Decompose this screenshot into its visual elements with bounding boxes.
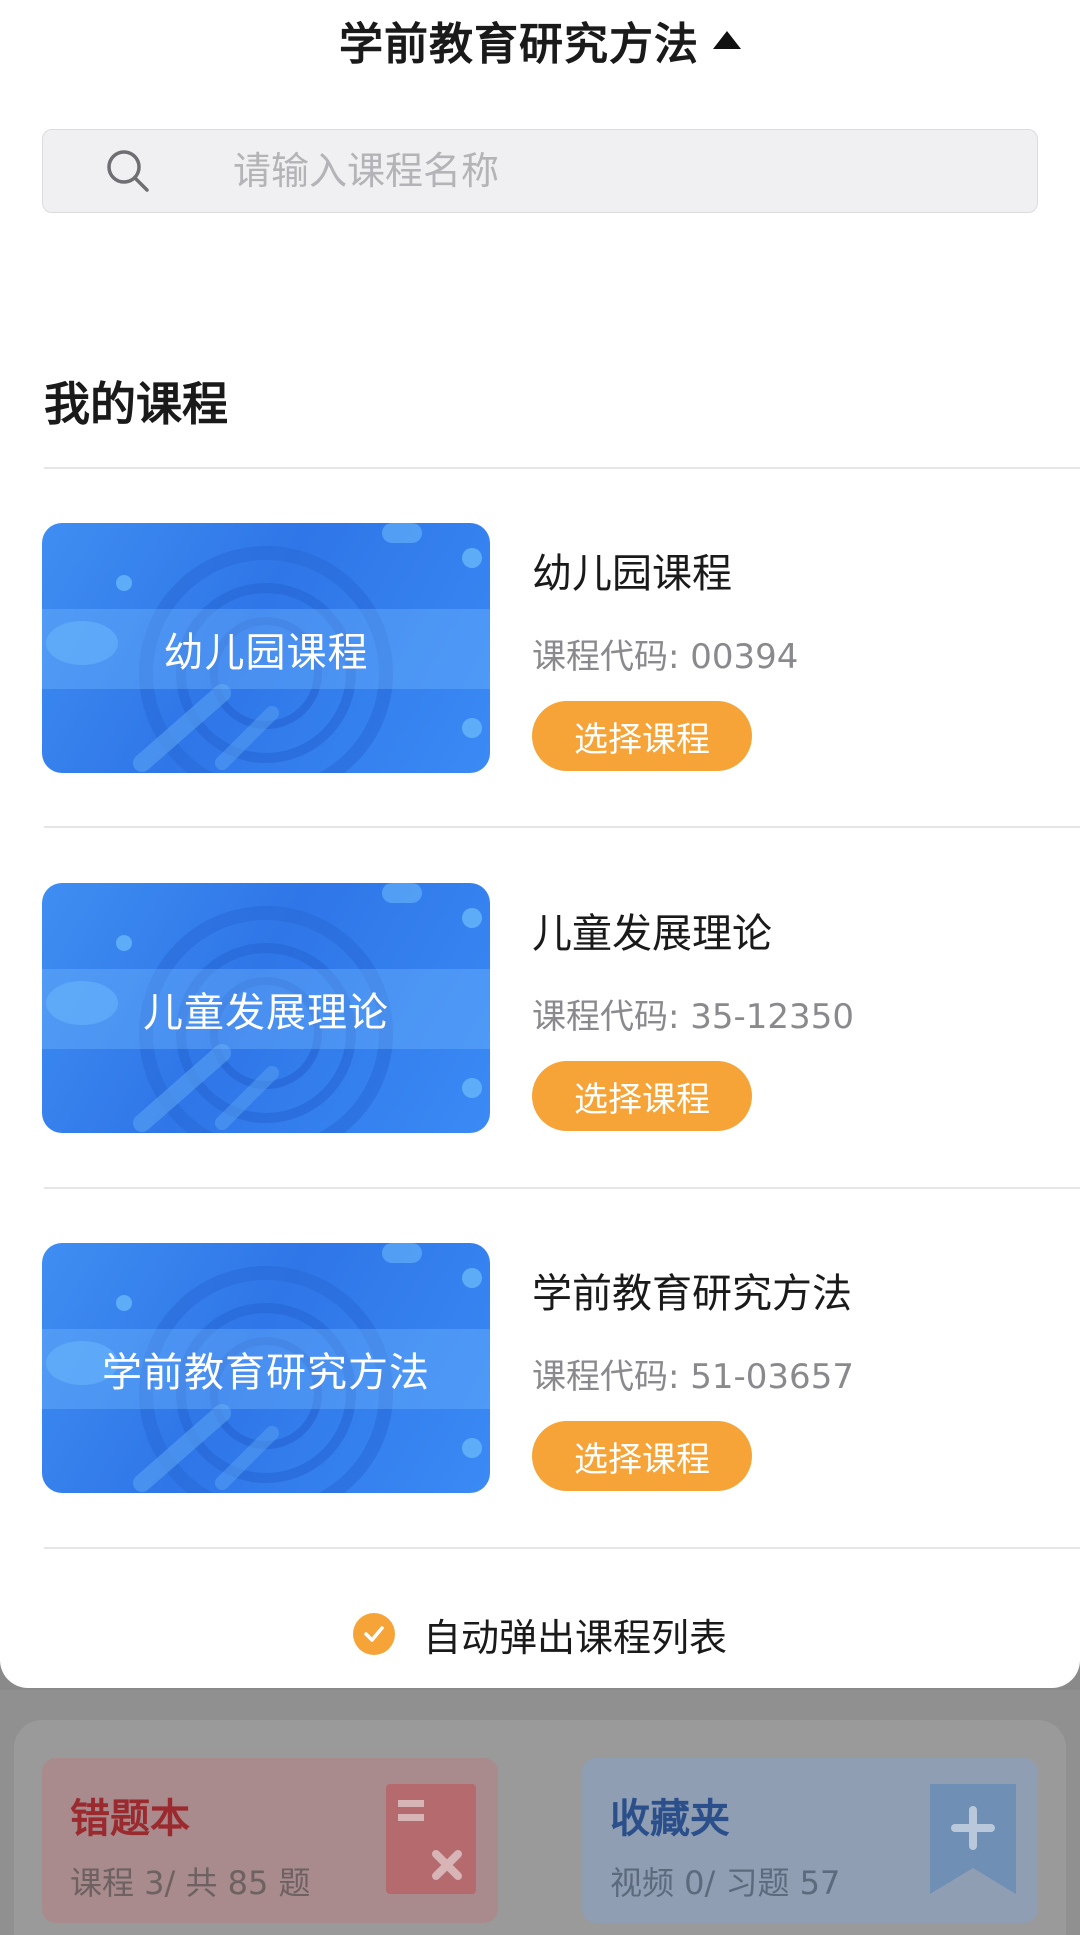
select-course-button[interactable]: 选择课程 bbox=[532, 1061, 752, 1131]
select-course-button[interactable]: 选择课程 bbox=[532, 701, 752, 771]
divider bbox=[44, 826, 1080, 828]
my-courses-heading: 我的课程 bbox=[44, 377, 228, 431]
thumbnail-label: 幼儿园课程 bbox=[163, 630, 369, 676]
divider bbox=[44, 467, 1080, 469]
app-screen: 错题本 课程 3/ 共 85 题 收藏夹 视频 0/ 习题 57 学前教育研究方… bbox=[0, 0, 1080, 1935]
course-thumbnail[interactable]: 幼儿园课程 bbox=[42, 523, 490, 773]
search-icon bbox=[107, 150, 149, 192]
auto-popup-toggle[interactable]: 自动弹出课程列表 bbox=[0, 1604, 1080, 1664]
check-circle-icon[interactable] bbox=[352, 1613, 395, 1655]
course-picker-sheet: 学前教育研究方法 我的课程 bbox=[0, 0, 1080, 1688]
divider bbox=[44, 1187, 1080, 1189]
course-thumbnail[interactable]: 儿童发展理论 bbox=[42, 883, 490, 1133]
course-selector-header[interactable]: 学前教育研究方法 bbox=[0, 0, 1080, 80]
course-thumbnail[interactable]: 学前教育研究方法 bbox=[42, 1243, 490, 1493]
current-course-title: 学前教育研究方法 bbox=[339, 19, 699, 70]
course-code: 课程代码: 51-03657 bbox=[532, 1357, 854, 1397]
caret-up-icon bbox=[713, 31, 741, 49]
course-name: 学前教育研究方法 bbox=[532, 1271, 852, 1317]
bookmark-plus-icon bbox=[930, 1784, 1016, 1894]
auto-popup-label: 自动弹出课程列表 bbox=[422, 1615, 727, 1660]
course-name: 儿童发展理论 bbox=[532, 911, 772, 957]
course-item: 幼儿园课程 幼儿园课程 课程代码: 00394 选择课程 bbox=[0, 523, 1080, 883]
wrong-book-icon bbox=[386, 1784, 476, 1894]
thumbnail-label: 儿童发展理论 bbox=[143, 990, 389, 1036]
wrong-book-card[interactable]: 错题本 课程 3/ 共 85 题 bbox=[42, 1758, 498, 1923]
favorites-card[interactable]: 收藏夹 视频 0/ 习题 57 bbox=[582, 1758, 1038, 1923]
select-course-button[interactable]: 选择课程 bbox=[532, 1421, 752, 1491]
course-name: 幼儿园课程 bbox=[532, 551, 732, 597]
search-bar[interactable] bbox=[42, 129, 1038, 213]
divider bbox=[44, 1547, 1080, 1549]
course-item: 学前教育研究方法 学前教育研究方法 课程代码: 51-03657 选择课程 bbox=[0, 1243, 1080, 1603]
course-code: 课程代码: 35-12350 bbox=[532, 997, 854, 1037]
thumbnail-label: 学前教育研究方法 bbox=[102, 1350, 430, 1396]
course-item: 儿童发展理论 儿童发展理论 课程代码: 35-12350 选择课程 bbox=[0, 883, 1080, 1243]
course-code: 课程代码: 00394 bbox=[532, 637, 799, 677]
search-input[interactable] bbox=[233, 149, 883, 193]
